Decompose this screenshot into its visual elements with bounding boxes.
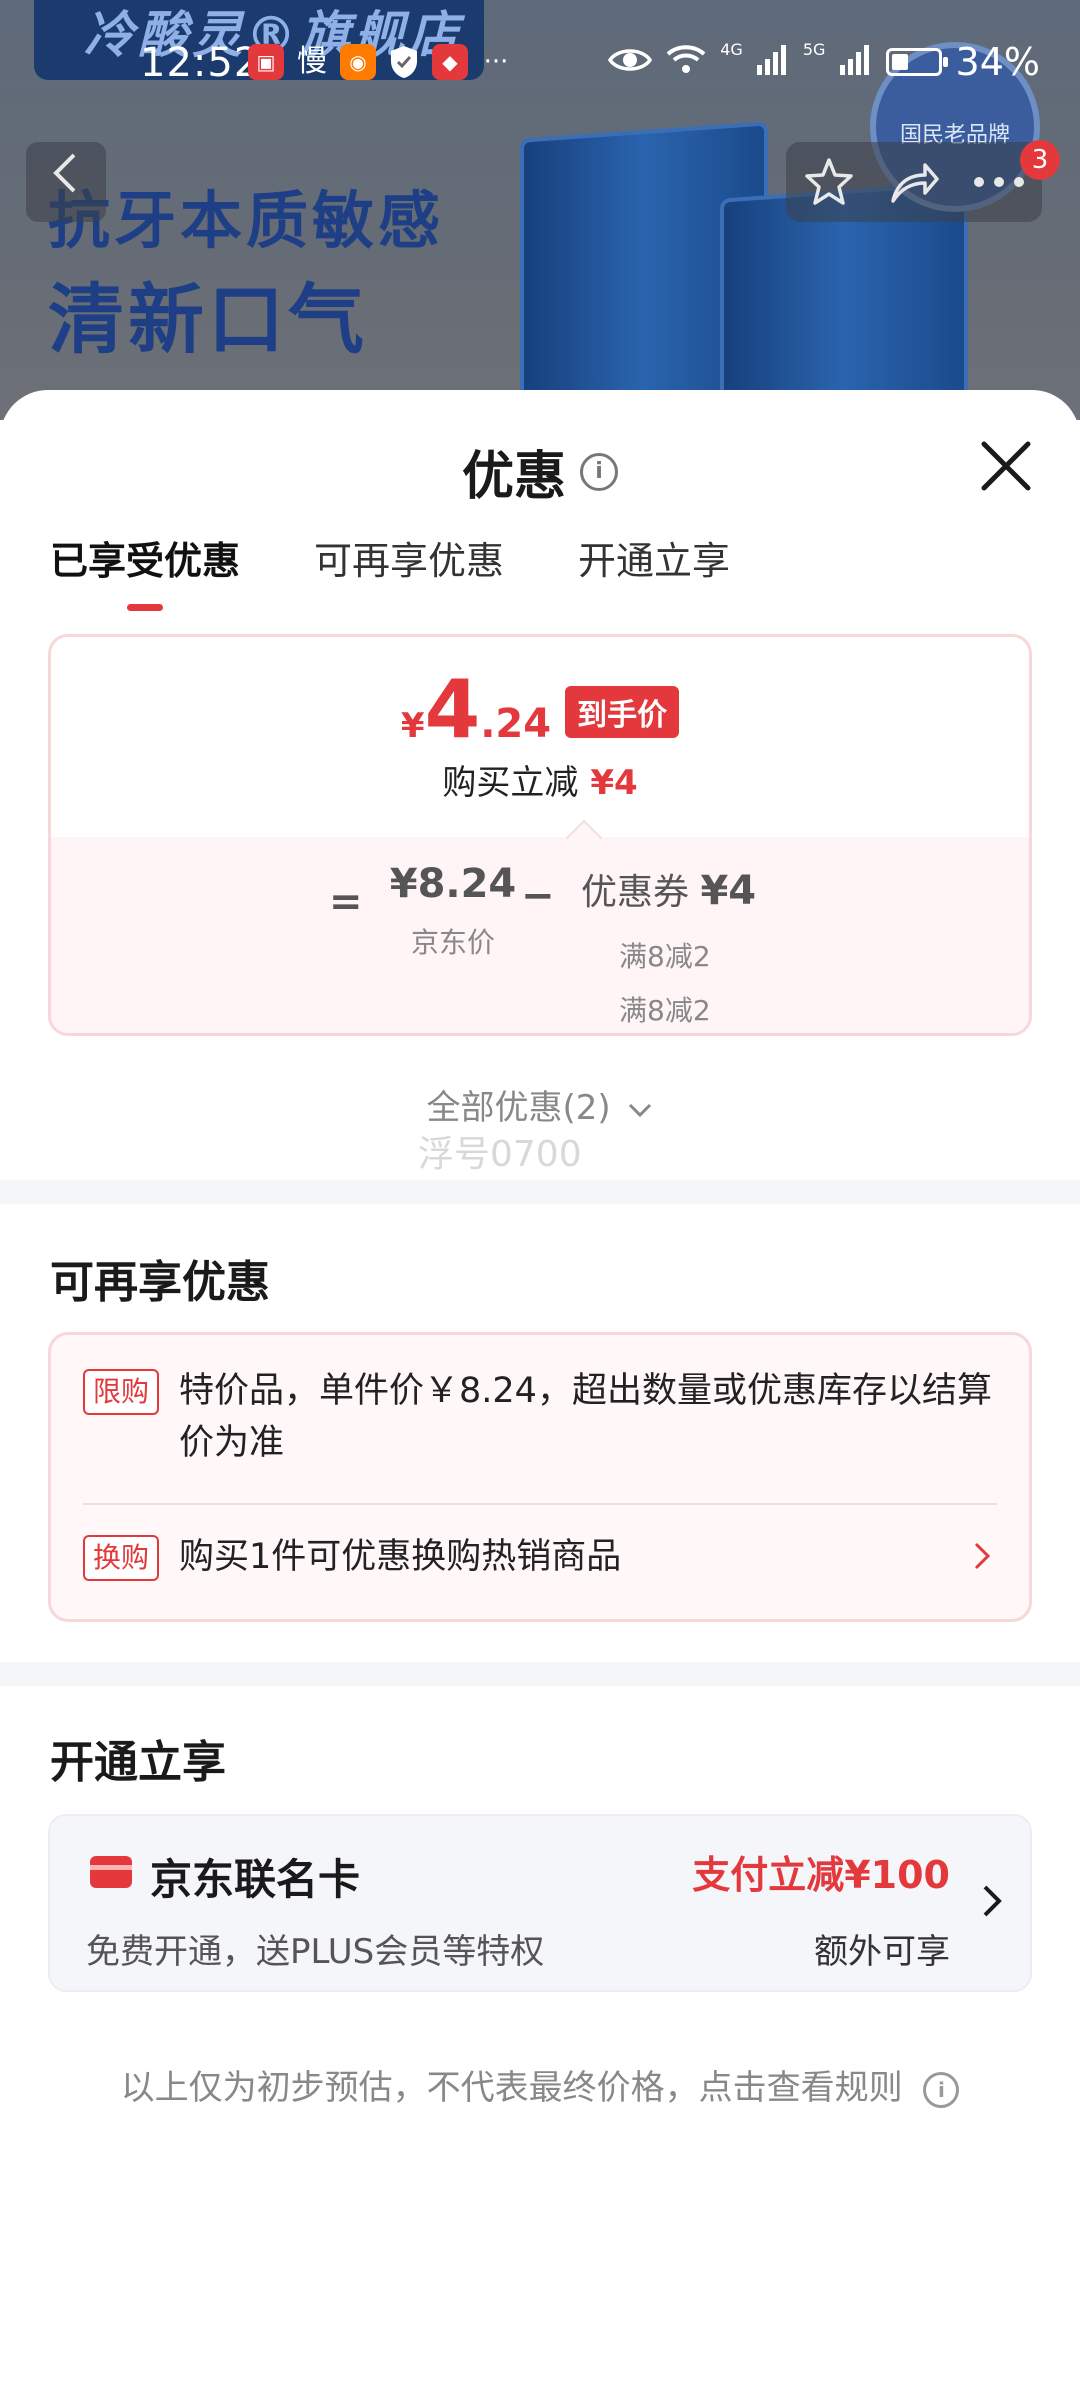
info-icon[interactable]: i [580,452,618,491]
shopping-app-icon: ◉ [340,44,376,80]
chevron-right-icon[interactable] [982,1884,1002,1922]
tab-enjoyed-offers[interactable]: 已享受优惠 [50,530,240,611]
card-description: 免费开通，送PLUS会员等特权 [86,1932,545,1972]
more-offers-title: 可再享优惠 [50,1257,270,1308]
message-count-badge: 3 [1020,140,1060,180]
offer-tabs: 已享受优惠 可再享优惠 开通立享 [50,530,730,611]
final-price-tag: 到手价 [565,686,680,738]
slogan-line-2: 清新口气 [48,275,368,364]
sheet-title: 优惠 [461,447,566,507]
final-price-section: ¥4.24 到手价 购买立减 ¥4 [51,637,1029,837]
card-name: 京东联名卡 [150,1855,361,1904]
battery-percent: 34% [955,40,1040,84]
section-divider [0,1662,1080,1686]
promo-separator [83,1503,997,1505]
status-indicators: 4G 5G 34% [608,40,1040,84]
close-icon [981,441,1031,491]
signal-4g-icon: 4G [720,40,789,84]
card-benefit-sub: 额外可享 [814,1932,950,1972]
coupon-rule: 满8减2 [619,940,711,973]
tab-open-offers[interactable]: 开通立享 [578,530,730,611]
eye-icon [608,40,653,84]
section-divider [0,1180,1080,1204]
more-notifications-icon: ··· [483,47,509,77]
status-bar: 12:52 ▣ 慢 ◉ ◆ ··· 4G 5G 34% [0,0,1080,130]
all-offers-toggle[interactable]: 全部优惠(2) [0,1080,1080,1129]
card-benefit: 支付立减¥100 [692,1853,950,1897]
discount-amount: ¥4 [590,763,638,803]
price-rules-note[interactable]: 以上仅为初步预估，不代表最终价格，点击查看规则 i [0,2060,1080,2109]
open-offers-title: 开通立享 [50,1737,226,1788]
offers-sheet: 优惠 i 已享受优惠 可再享优惠 开通立享 ¥4.24 到手价 购买立减 ¥4 = … [0,390,1080,2400]
price-breakdown-card: ¥4.24 到手价 购买立减 ¥4 = ¥8.24 京东价 − 优惠券 ¥4 满8减… [48,634,1032,1036]
equals-sign: = [329,879,363,925]
sheet-header: 优惠 i [0,434,1080,509]
battery-icon [885,48,948,76]
huawei-app-icon: ▣ [248,44,284,80]
coupon-rule: 满8减2 [619,994,711,1027]
watermark: 浮号0700 [418,1134,582,1175]
info-icon: i [923,2071,960,2108]
limited-purchase-tag: 限购 [83,1369,160,1415]
promo-item-limited: 限购 特价品，单件价￥8.24，超出数量或优惠库存以结算价为准 [83,1365,997,1469]
back-button[interactable] [26,142,106,222]
more-offers-card: 限购 特价品，单件价￥8.24，超出数量或优惠库存以结算价为准 换购 购买1件可… [48,1332,1032,1622]
tab-more-offers[interactable]: 可再享优惠 [314,530,504,611]
chevron-down-icon [629,1103,652,1117]
jd-cobrand-card-offer[interactable]: 京东联名卡 免费开通，送PLUS会员等特权 支付立减¥100 额外可享 [48,1814,1032,1992]
favorite-star-button[interactable] [794,147,864,217]
notif-text-icon: 慢 [297,44,327,79]
promo-item-exchange[interactable]: 换购 购买1件可优惠换购热销商品 [83,1531,997,1583]
credit-card-icon [90,1856,132,1888]
price-calculation: = ¥8.24 京东价 − 优惠券 ¥4 满8减2 满8减2 [51,837,1029,1033]
slogan-line-1: 抗牙本质敏感 [48,184,445,257]
status-time: 12:52 [140,40,261,86]
coupon-discount: 优惠券 ¥4 满8减2 满8减2 [581,868,757,1027]
wifi-icon [666,40,706,84]
jd-price: ¥8.24 京东价 [389,861,517,959]
shield-icon [386,44,422,80]
minus-sign: − [521,873,555,919]
signal-5g-icon: 5G [803,40,872,84]
chevron-right-icon[interactable] [973,1541,991,1575]
notification-icons: ▣ 慢 ◉ ◆ ··· [248,44,514,80]
exchange-purchase-tag: 换购 [83,1535,160,1581]
final-price: ¥4.24 到手价 [51,663,1029,756]
close-button[interactable] [976,436,1036,496]
share-button[interactable] [879,147,949,217]
product-nav-actions [786,142,1042,222]
purchase-discount: 购买立减 ¥4 [442,763,638,803]
jd-app-icon: ◆ [432,44,468,80]
